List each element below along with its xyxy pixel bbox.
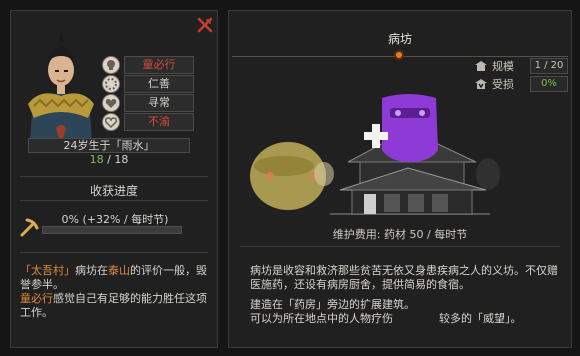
harvest-progress-text: 0% (+32% / 每时节) <box>61 213 169 226</box>
birth-info: 24岁生于「雨水」 <box>28 138 190 153</box>
health-separator: / <box>107 153 111 166</box>
trait-value: 仁善 <box>124 75 194 93</box>
divider <box>240 246 560 247</box>
trait-value: 寻常 <box>124 94 194 112</box>
dotted-ring-icon <box>102 75 120 93</box>
effect-line-2b: 较多的「威望」。 <box>439 312 522 325</box>
divider <box>20 252 208 253</box>
divider <box>20 176 208 177</box>
close-icon[interactable] <box>196 16 214 34</box>
stat-label: 规模 <box>492 60 514 73</box>
health-max: 18 <box>114 153 129 166</box>
trait-row: 童必行 <box>102 56 214 74</box>
building-description: 病坊是收容和救济那些贫苦无依又身患疾病之人的义坊。不仅赠医施药，还设有病房厨舍，… <box>250 264 558 291</box>
stat-scale: 规模 1 / 20 <box>474 58 568 74</box>
stat-value: 0% <box>530 76 568 92</box>
cost-value: 药材 50 / 每时节 <box>384 228 468 241</box>
character-name: 童必行 <box>20 292 53 305</box>
ornament-dot-icon <box>394 50 404 60</box>
health-current: 18 <box>89 153 104 166</box>
damage-icon <box>474 76 488 90</box>
trait-row: 寻常 <box>102 94 214 112</box>
maintenance-cost: 维护费用: 药材 50 / 每时节 <box>228 226 572 242</box>
skull-icon <box>102 56 120 74</box>
character-portrait <box>22 32 100 142</box>
trait-row: 仁善 <box>102 75 214 93</box>
harvest-progress-bar <box>42 226 182 234</box>
building-name: 病坊 <box>75 264 97 277</box>
effect-line-2a: 可以为所在地点中的人物疗伤 <box>250 312 393 325</box>
trait-value: 童必行 <box>124 56 194 74</box>
building-icon <box>474 58 488 72</box>
village-name: 「太吾村」 <box>20 264 75 277</box>
building-effect-text: 建造在「药房」旁边的扩展建筑。 可以为所在地点中的人物疗伤 较多的「威望」。 <box>250 298 560 326</box>
building-evaluation-text: 「太吾村」病坊在泰山的评价一般，毁誉参半。 童必行感觉自己有足够的能力胜任这项工… <box>20 264 210 320</box>
effect-line-1: 建造在「药房」旁边的扩展建筑。 <box>250 298 415 311</box>
trait-row: 不渝 <box>102 113 214 131</box>
heart-outline-icon <box>102 113 120 131</box>
cost-label: 维护费用: <box>332 228 381 241</box>
pickaxe-icon <box>18 217 40 239</box>
divider <box>20 200 208 201</box>
health-readout: 18 / 18 <box>28 153 190 167</box>
building-title-bar: 病坊 <box>228 30 572 48</box>
place-name: 泰山 <box>108 264 130 277</box>
trait-value: 不渝 <box>124 113 194 131</box>
harvest-title: 收获进度 <box>89 184 138 198</box>
building-title: 病坊 <box>387 32 412 46</box>
stat-value: 1 / 20 <box>530 58 568 74</box>
heart-icon <box>102 94 120 112</box>
text-fragment: 在 <box>97 264 108 277</box>
building-illustration <box>240 90 500 222</box>
